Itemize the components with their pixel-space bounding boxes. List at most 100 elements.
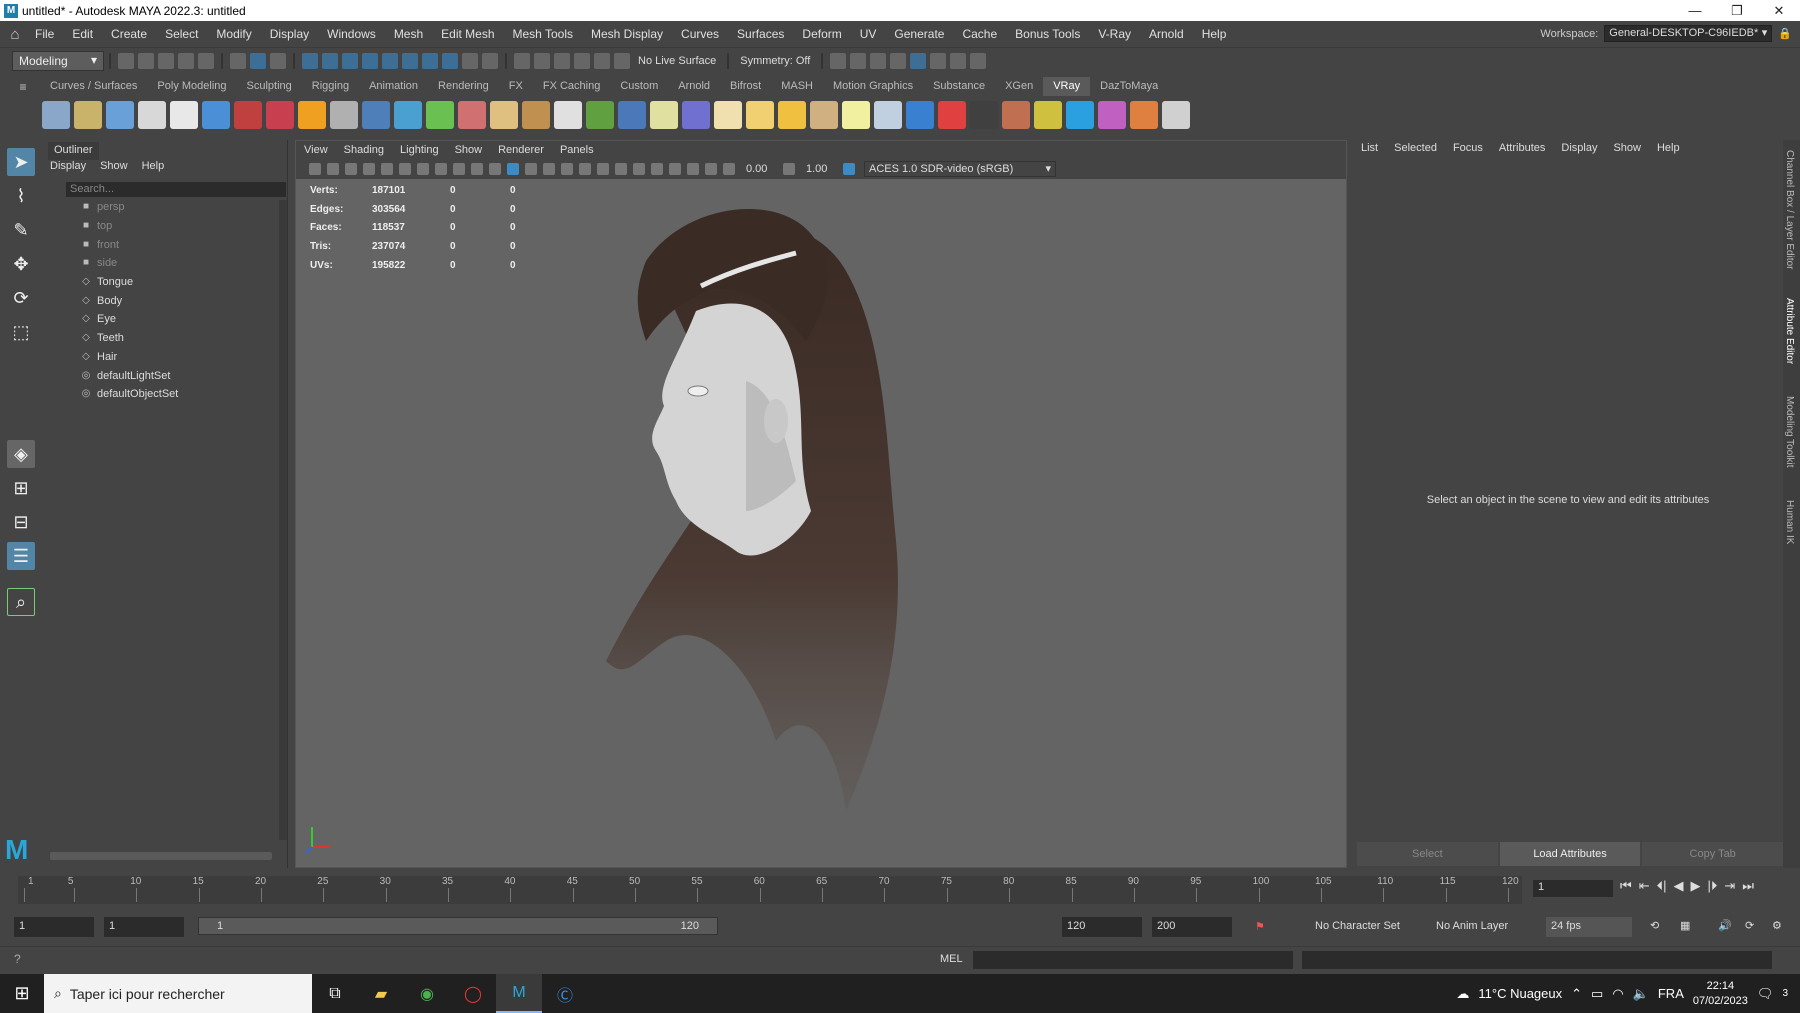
- vray-shelf-tool-icon[interactable]: [746, 101, 774, 129]
- viewport-menu-panels[interactable]: Panels: [552, 144, 602, 156]
- safe-action-icon[interactable]: [471, 163, 483, 175]
- snap-live-icon[interactable]: [382, 52, 398, 69]
- attr-menu-list[interactable]: List: [1353, 142, 1386, 154]
- close-button[interactable]: ✕: [1758, 0, 1800, 21]
- anim-layer-dropdown[interactable]: No Anim Layer: [1436, 920, 1508, 932]
- attr-menu-focus[interactable]: Focus: [1445, 142, 1491, 154]
- menu-deform[interactable]: Deform: [793, 27, 850, 41]
- outliner-menu-help[interactable]: Help: [142, 160, 165, 172]
- menu-create[interactable]: Create: [102, 27, 156, 41]
- attr-menu-attributes[interactable]: Attributes: [1491, 142, 1553, 154]
- outliner-item[interactable]: ■ side: [42, 254, 278, 273]
- viewport-panel[interactable]: View Shading Lighting Show Renderer Panels 0.…: [295, 140, 1347, 868]
- vray-shelf-tool-icon[interactable]: [298, 101, 326, 129]
- resolution-gate-icon[interactable]: [417, 163, 429, 175]
- bookmark-icon[interactable]: [345, 163, 357, 175]
- vray-shelf-tool-icon[interactable]: [170, 101, 198, 129]
- vray-shelf-tool-icon[interactable]: [394, 101, 422, 129]
- shelf-tab-daztomaya[interactable]: DazToMaya: [1090, 77, 1168, 96]
- shelf-tab-custom[interactable]: Custom: [610, 77, 668, 96]
- character-set-dropdown[interactable]: No Character Set: [1315, 920, 1400, 932]
- motion-blur-icon[interactable]: [615, 163, 627, 175]
- menu-generate[interactable]: Generate: [885, 27, 953, 41]
- tray-device-icon[interactable]: ▭: [1591, 986, 1603, 1002]
- vray-shelf-tool-icon[interactable]: [426, 101, 454, 129]
- vray-shelf-tool-icon[interactable]: [842, 101, 870, 129]
- highlight-icon[interactable]: [482, 52, 498, 69]
- viewport-menu-view[interactable]: View: [296, 144, 336, 156]
- go-to-end-icon[interactable]: ⏭: [1742, 878, 1754, 894]
- shelf-tab-curves-surfaces[interactable]: Curves / Surfaces: [40, 77, 147, 96]
- history-icon[interactable]: [514, 52, 530, 69]
- shelf-tab-arnold[interactable]: Arnold: [668, 77, 720, 96]
- step-back-key-icon[interactable]: ⇤: [1639, 878, 1650, 894]
- menu-help[interactable]: Help: [1193, 27, 1236, 41]
- vray-shelf-tool-icon[interactable]: [362, 101, 390, 129]
- tab-human-ik[interactable]: Human IK: [1784, 500, 1795, 544]
- smooth-shade-icon[interactable]: [507, 163, 519, 175]
- time-editor-icon[interactable]: ⟳: [1745, 919, 1754, 932]
- vray-shelf-tool-icon[interactable]: [490, 101, 518, 129]
- view-transform-dropdown[interactable]: ACES 1.0 SDR-video (sRGB): [864, 161, 1056, 177]
- vray-shelf-tool-icon[interactable]: [74, 101, 102, 129]
- wireframe-icon[interactable]: [489, 163, 501, 175]
- snap-view-plane-icon[interactable]: [362, 52, 378, 69]
- color-management-icon[interactable]: [843, 163, 855, 175]
- vray-shelf-tool-icon[interactable]: [1034, 101, 1062, 129]
- xray-icon[interactable]: [669, 163, 681, 175]
- menu-mesh-display[interactable]: Mesh Display: [582, 27, 672, 41]
- attr-menu-help[interactable]: Help: [1649, 142, 1688, 154]
- language-indicator[interactable]: FRA: [1658, 986, 1684, 1001]
- task-view-icon[interactable]: ⧉: [312, 974, 358, 1013]
- vray-shelf-tool-icon[interactable]: [906, 101, 934, 129]
- taskbar-search[interactable]: ⌕ Taper ici pour rechercher: [44, 974, 312, 1013]
- select-tool-icon[interactable]: ➤: [7, 148, 35, 176]
- command-input[interactable]: [973, 951, 1293, 969]
- paint-select-icon[interactable]: ✎: [7, 216, 35, 244]
- vray-shelf-tool-icon[interactable]: [1066, 101, 1094, 129]
- live-surface-label[interactable]: No Live Surface: [638, 55, 716, 67]
- outliner-scrollbar[interactable]: [279, 200, 287, 840]
- shelf-tab-motion-graphics[interactable]: Motion Graphics: [823, 77, 923, 96]
- gamma-icon[interactable]: [783, 163, 795, 175]
- attr-menu-selected[interactable]: Selected: [1386, 142, 1445, 154]
- render-frame-icon[interactable]: [850, 52, 867, 69]
- workspace-dropdown[interactable]: General-DESKTOP-C96IEDB*: [1604, 25, 1773, 42]
- shelf-tab-animation[interactable]: Animation: [359, 77, 428, 96]
- camera-select-icon[interactable]: [309, 163, 321, 175]
- vray-shelf-tool-icon[interactable]: [330, 101, 358, 129]
- snap-mode-icon[interactable]: [442, 52, 458, 69]
- loop-icon[interactable]: ⟲: [1650, 919, 1659, 932]
- range-slider[interactable]: 1 120: [198, 917, 718, 935]
- camera-attr-icon[interactable]: [327, 163, 339, 175]
- menu-modify[interactable]: Modify: [207, 27, 260, 41]
- notification-icon[interactable]: 🗨: [1757, 986, 1774, 1002]
- windows-start-icon[interactable]: ⊞: [0, 974, 44, 1013]
- shelf-tab-vray[interactable]: VRay: [1043, 77, 1091, 96]
- vray-shelf-tool-icon[interactable]: [1098, 101, 1126, 129]
- attr-menu-display[interactable]: Display: [1553, 142, 1605, 154]
- app-c-icon[interactable]: Ⓒ: [542, 974, 588, 1013]
- rotate-tool-icon[interactable]: ⟳: [7, 284, 35, 312]
- outliner-layout-icon[interactable]: ☰: [7, 542, 35, 570]
- vray-ipr-icon[interactable]: [950, 52, 967, 69]
- save-scene-icon[interactable]: [158, 52, 174, 69]
- step-forward-frame-icon[interactable]: |⏵: [1708, 878, 1718, 894]
- vray-shelf-tool-icon[interactable]: [938, 101, 966, 129]
- image-plane-icon[interactable]: [363, 163, 375, 175]
- vray-shelf-tool-icon[interactable]: [810, 101, 838, 129]
- construction-icon[interactable]: [574, 52, 590, 69]
- outliner-menu-display[interactable]: Display: [50, 160, 86, 172]
- help-icon[interactable]: ?: [14, 952, 21, 966]
- vray-shelf-tool-icon[interactable]: [778, 101, 806, 129]
- ipr-render-icon[interactable]: [870, 52, 887, 69]
- outliner-item[interactable]: ◇ Teeth: [42, 329, 278, 348]
- start-time-field[interactable]: 1: [14, 917, 94, 937]
- move-tool-icon[interactable]: ✥: [7, 250, 35, 278]
- lock-icon[interactable]: 🔒: [1778, 27, 1792, 40]
- auto-key-icon[interactable]: ⚑: [1255, 920, 1265, 933]
- exposure-field[interactable]: 0.00: [746, 163, 772, 175]
- weather-icon[interactable]: ☁: [1456, 986, 1469, 1002]
- wifi-icon[interactable]: ◠: [1612, 986, 1623, 1002]
- vray-shelf-tool-icon[interactable]: [1002, 101, 1030, 129]
